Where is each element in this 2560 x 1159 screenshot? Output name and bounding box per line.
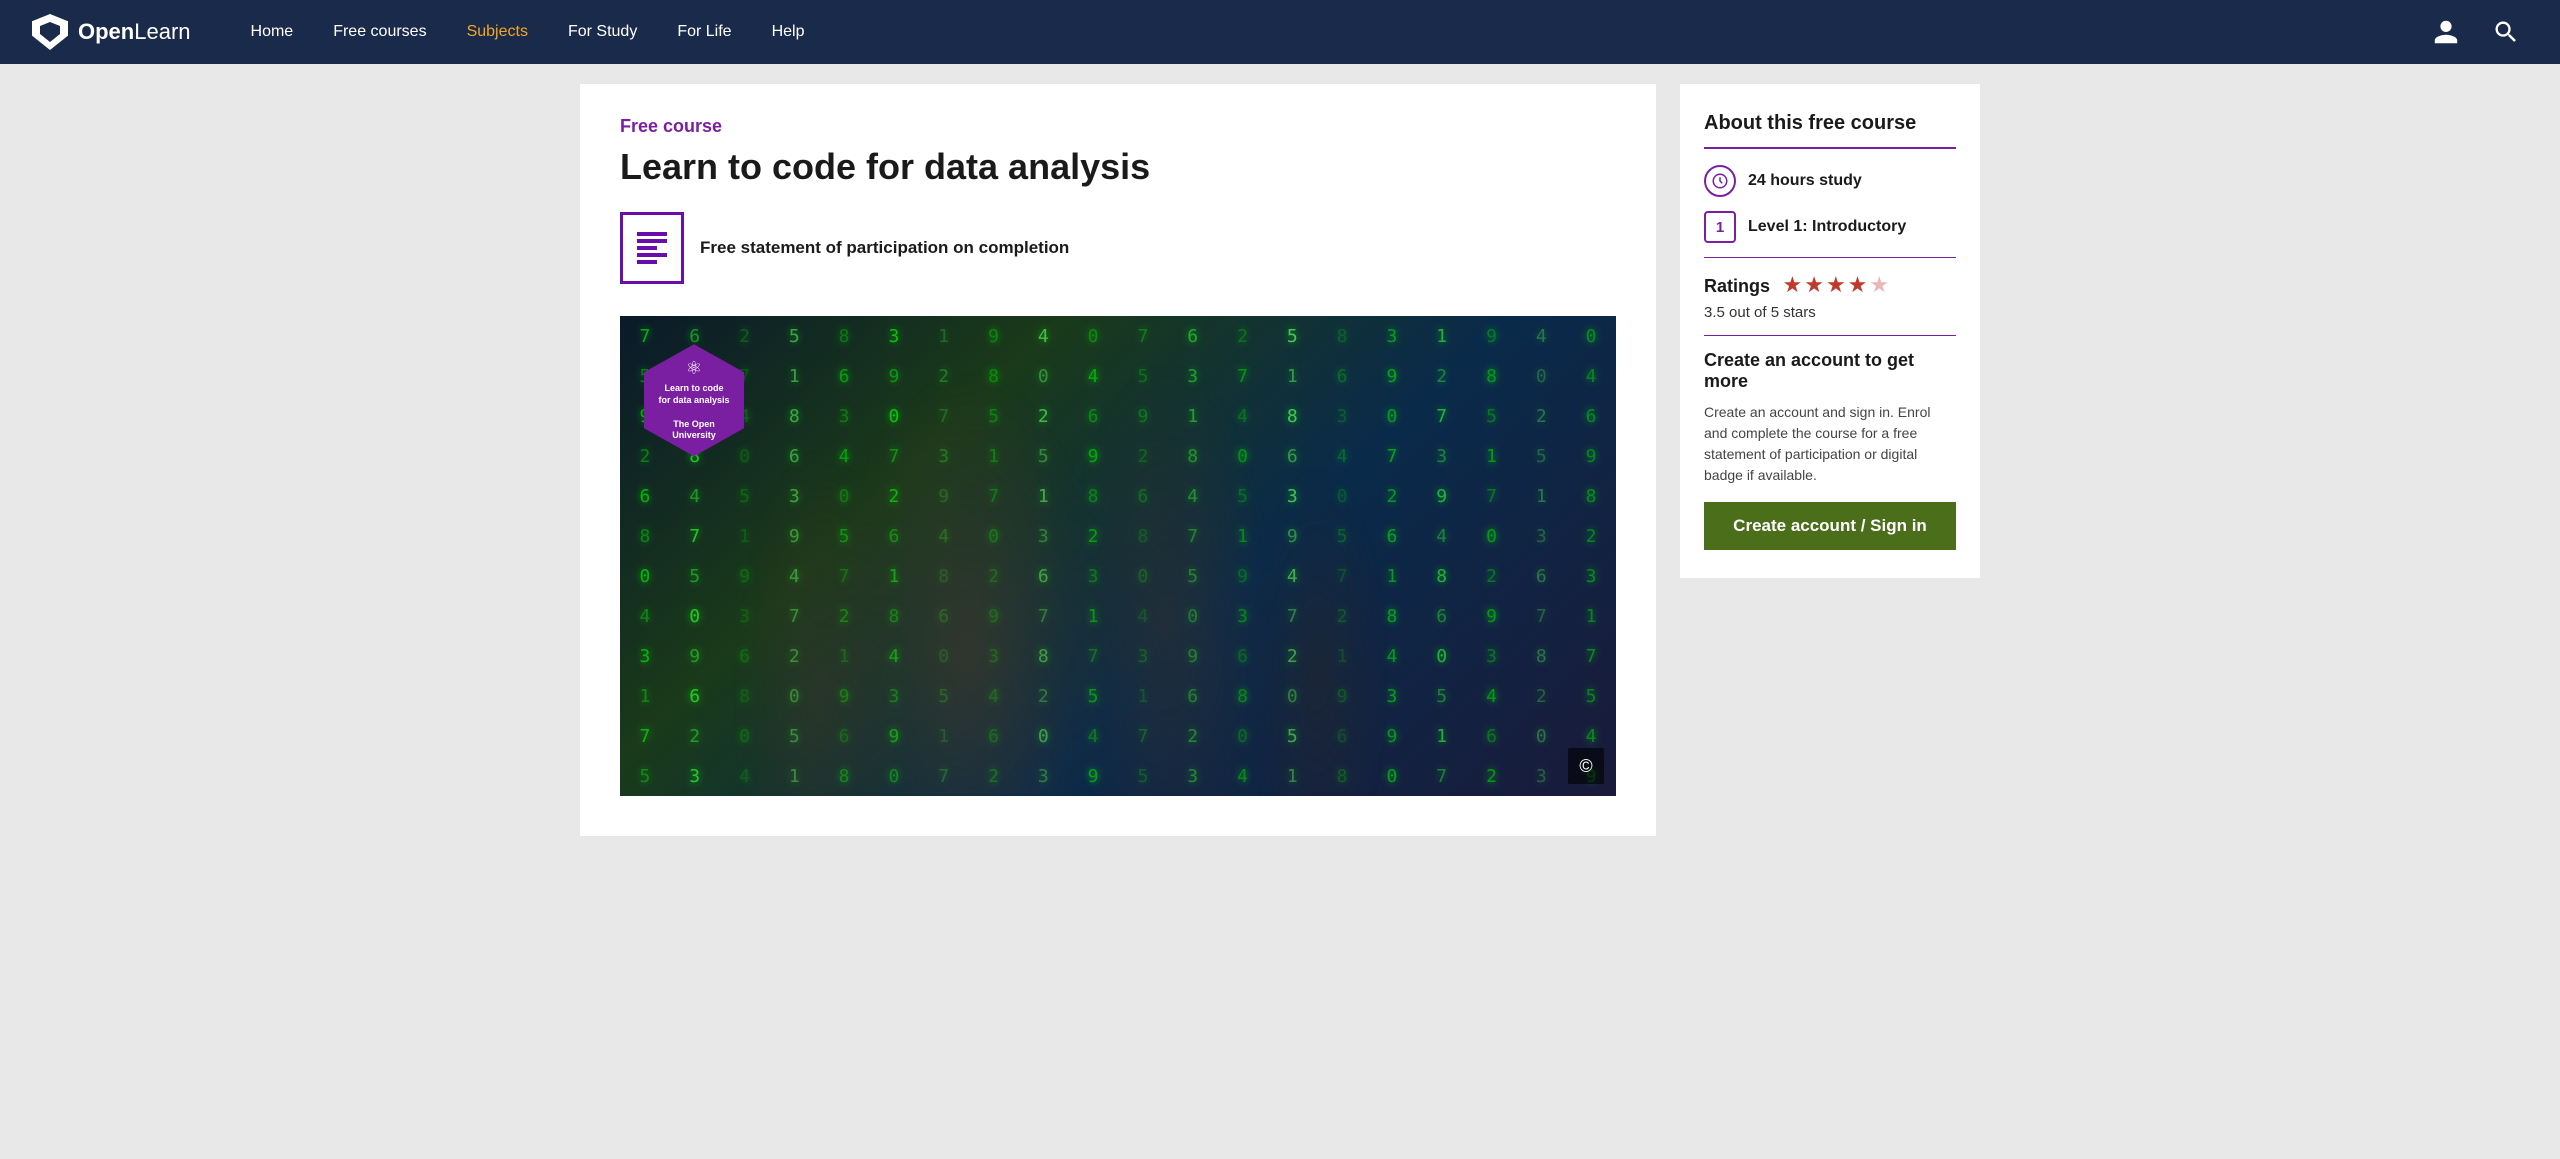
hex-label: Learn to code for data analysis The Open… <box>656 383 732 441</box>
course-image-bg: 7625831940762583194053716928045371692804… <box>620 316 1616 796</box>
cta-title: Create an account to get more <box>1704 350 1956 392</box>
sidebar: About this free course 24 hours study 1 … <box>1680 84 1980 578</box>
hex-atom-icon: ⚛ <box>686 358 702 379</box>
cert-line-5 <box>637 260 657 264</box>
cert-text: Free statement of participation on compl… <box>700 237 1069 259</box>
search-icon <box>2492 18 2520 46</box>
cert-line-4 <box>637 253 667 257</box>
cta-button[interactable]: Create account / Sign in <box>1704 502 1956 550</box>
nav-link-help[interactable]: Help <box>752 0 825 64</box>
sidebar-divider-2 <box>1704 257 1956 258</box>
sidebar-divider-1 <box>1704 147 1956 149</box>
cta-description: Create an account and sign in. Enrol and… <box>1704 402 1956 486</box>
cert-line-2 <box>637 239 667 243</box>
nav-link-for-study[interactable]: For Study <box>548 0 657 64</box>
logo[interactable]: OpenLearn <box>32 14 191 50</box>
user-icon <box>2432 18 2460 46</box>
hex-shape: ⚛ Learn to code for data analysis The Op… <box>644 344 744 456</box>
nav-link-home[interactable]: Home <box>231 0 314 64</box>
clock-icon <box>1704 165 1736 197</box>
cert-icon-lines <box>637 232 667 264</box>
navbar: OpenLearn Home Free courses Subjects For… <box>0 0 2560 64</box>
sidebar-hours-item: 24 hours study <box>1704 165 1956 197</box>
nav-icons <box>2424 10 2528 54</box>
logo-text: OpenLearn <box>78 19 191 45</box>
nav-link-subjects[interactable]: Subjects <box>447 0 548 64</box>
sidebar-title: About this free course <box>1704 112 1956 135</box>
level-label: Level 1: Introductory <box>1748 218 1906 236</box>
ratings-title: Ratings <box>1704 276 1770 296</box>
star-2: ★ <box>1804 272 1824 298</box>
course-title: Learn to code for data analysis <box>620 145 1616 188</box>
hex-badge: ⚛ Learn to code for data analysis The Op… <box>644 344 744 456</box>
caption-icon: © <box>1568 748 1604 784</box>
star-4: ★ <box>1848 272 1868 298</box>
star-1: ★ <box>1782 272 1802 298</box>
nav-link-free-courses[interactable]: Free courses <box>313 0 446 64</box>
sidebar-level-item: 1 Level 1: Introductory <box>1704 211 1956 243</box>
main-panel: Free course Learn to code for data analy… <box>580 84 1656 836</box>
search-icon-button[interactable] <box>2484 10 2528 54</box>
cert-icon <box>620 212 684 284</box>
user-icon-button[interactable] <box>2424 10 2468 54</box>
level-icon: 1 <box>1704 211 1736 243</box>
people-overlay <box>620 316 1616 796</box>
stars-row: ★ ★ ★ ★ ★ <box>1782 272 1889 298</box>
cert-badge: Free statement of participation on compl… <box>620 212 1069 284</box>
hours-label: 24 hours study <box>1748 172 1862 190</box>
free-course-label: Free course <box>620 116 1616 137</box>
nav-link-for-life[interactable]: For Life <box>657 0 751 64</box>
sidebar-divider-3 <box>1704 335 1956 336</box>
star-3: ★ <box>1826 272 1846 298</box>
nav-links: Home Free courses Subjects For Study For… <box>231 0 2424 64</box>
page-wrapper: Free course Learn to code for data analy… <box>560 64 2000 856</box>
star-5: ★ <box>1869 272 1889 298</box>
badge-row: Free statement of participation on compl… <box>620 212 1616 292</box>
course-image: 7625831940762583194053716928045371692804… <box>620 316 1616 796</box>
cert-line-3 <box>637 246 657 250</box>
ratings-section: Ratings ★ ★ ★ ★ ★ 3.5 out of 5 stars <box>1704 272 1956 321</box>
ratings-score: 3.5 out of 5 stars <box>1704 304 1956 321</box>
logo-shield-icon <box>32 14 68 50</box>
cert-line-1 <box>637 232 667 236</box>
